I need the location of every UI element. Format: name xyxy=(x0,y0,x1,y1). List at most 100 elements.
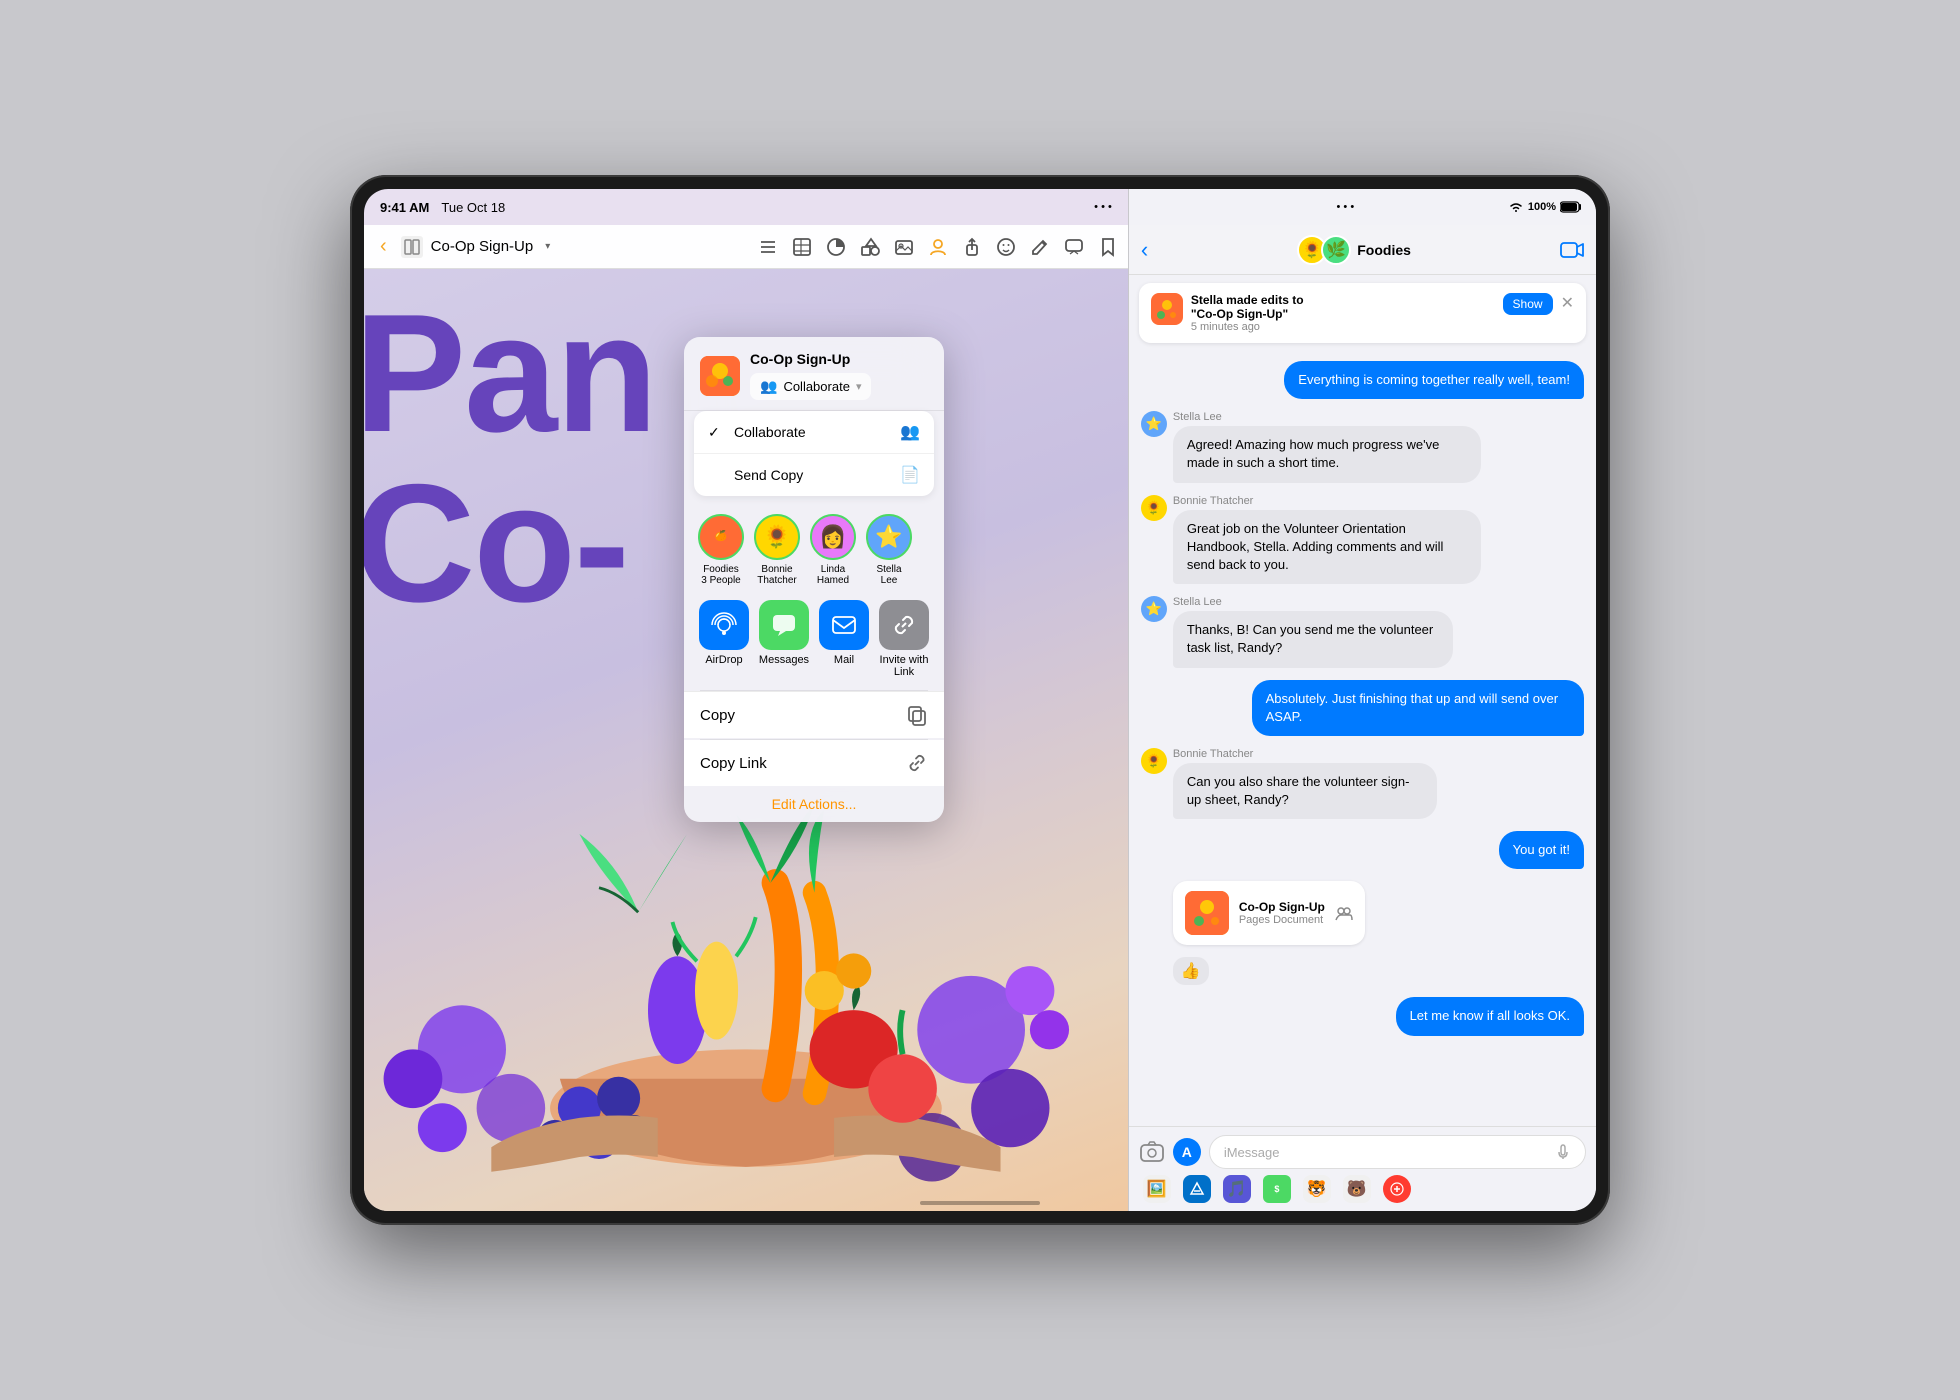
notif-close-button[interactable]: ✕ xyxy=(1561,293,1574,313)
copy-link-icon xyxy=(906,752,928,774)
message-row: You got it! xyxy=(1141,831,1584,869)
svg-text:🍊: 🍊 xyxy=(715,529,728,542)
input-placeholder: iMessage xyxy=(1224,1145,1280,1160)
notif-show-button[interactable]: Show xyxy=(1503,293,1553,315)
bonnie-sender-2: Bonnie Thatcher xyxy=(1173,748,1525,760)
message-row: ⭐ Stella Lee Thanks, B! Can you send me … xyxy=(1141,596,1584,667)
ellipsis-status: • • • xyxy=(1094,201,1112,213)
title-chevron-icon[interactable]: ▾ xyxy=(545,241,550,252)
home-bar xyxy=(920,1201,1040,1205)
toolbar-icons xyxy=(758,237,1118,257)
apps-button[interactable]: A xyxy=(1173,1138,1201,1166)
status-time: 9:41 AM xyxy=(380,200,429,215)
dropdown-send-copy[interactable]: Send Copy 📄 xyxy=(694,454,934,496)
apps-row: 🖼️ 🎵 $ 🐯 🐻 xyxy=(1139,1169,1586,1203)
stella-name: StellaLee xyxy=(876,564,901,586)
airdrop-label: AirDrop xyxy=(705,654,742,666)
foodies-name: Foodies3 People xyxy=(701,564,740,586)
outgoing-bubble-4: Let me know if all looks OK. xyxy=(1396,997,1584,1035)
photos-app-icon[interactable]: 🖼️ xyxy=(1143,1175,1171,1203)
list-icon[interactable] xyxy=(758,237,778,257)
doc-layout-icon xyxy=(401,236,423,258)
edit-actions[interactable]: Edit Actions... xyxy=(684,786,944,822)
messages-back-button[interactable]: ‹ xyxy=(1141,237,1148,263)
contact-avatar-2: 🌿 xyxy=(1321,235,1351,265)
copy-row[interactable]: Copy xyxy=(684,691,944,738)
person-foodies[interactable]: 🍊 Foodies3 People xyxy=(698,514,744,586)
messages-action[interactable]: Messages xyxy=(758,600,810,678)
messages-toolbar: ‹ 🌻 🌿 Foodies xyxy=(1129,225,1596,275)
copy-icon xyxy=(906,704,928,726)
message-row: 🌻 Bonnie Thatcher Can you also share the… xyxy=(1141,748,1584,819)
bonnie-msg-avatar: 🌻 xyxy=(1141,495,1167,521)
dropdown-collaborate[interactable]: ✓ Collaborate 👥 xyxy=(694,411,934,454)
ipad-frame: 9:41 AM Tue Oct 18 • • • ‹ Co-Op Sign-Up… xyxy=(350,175,1610,1225)
chart-icon[interactable] xyxy=(826,237,846,257)
foodies-avatar: 🍊 xyxy=(698,514,744,560)
camera-button[interactable] xyxy=(1139,1139,1165,1165)
audio-icon[interactable]: 🎵 xyxy=(1223,1175,1251,1203)
person-icon[interactable] xyxy=(928,237,948,257)
stella-sender: Stella Lee xyxy=(1173,411,1584,423)
battery-icon xyxy=(1560,201,1582,213)
messages-status-bar: • • • 100% xyxy=(1129,189,1596,225)
collaborate-selector[interactable]: 👥 Collaborate ▾ xyxy=(750,373,871,400)
bonnie-avatar: 🌻 xyxy=(754,514,800,560)
canvas-text-pan: Pan xyxy=(364,289,656,457)
message-input[interactable]: iMessage xyxy=(1209,1135,1586,1169)
person-linda[interactable]: 👩 LindaHamed xyxy=(810,514,856,586)
battery-label: 100% xyxy=(1528,201,1556,213)
back-button[interactable]: ‹ xyxy=(374,231,393,262)
comment-icon[interactable] xyxy=(1064,237,1084,257)
messages-label: Messages xyxy=(759,654,809,666)
appstore-icon[interactable] xyxy=(1183,1175,1211,1203)
doc-card-title: Co-Op Sign-Up xyxy=(1239,900,1325,914)
invite-link-action[interactable]: Invite withLink xyxy=(878,600,930,678)
messages-input-bar: A iMessage 🖼️ 🎵 $ 🐯 xyxy=(1129,1126,1596,1211)
airdrop-action[interactable]: AirDrop xyxy=(698,600,750,678)
more-icon[interactable] xyxy=(1383,1175,1411,1203)
bonnie-sender: Bonnie Thatcher xyxy=(1173,495,1584,507)
video-call-icon[interactable] xyxy=(1560,240,1584,260)
emoji-icon[interactable] xyxy=(996,237,1016,257)
collaborate-label: Collaborate xyxy=(783,379,850,394)
invite-link-label: Invite withLink xyxy=(880,654,929,678)
animoji-icon[interactable]: 🐯 xyxy=(1303,1175,1331,1203)
stella-msg-avatar: ⭐ xyxy=(1141,411,1167,437)
messages-dots: • • • xyxy=(1337,201,1355,213)
cash-icon[interactable]: $ xyxy=(1263,1175,1291,1203)
check-icon: ✓ xyxy=(708,424,724,441)
pencil-icon[interactable] xyxy=(1030,237,1050,257)
message-row: Everything is coming together really wel… xyxy=(1141,361,1584,399)
message-row: 🌻 Bonnie Thatcher Great job on the Volun… xyxy=(1141,495,1584,585)
copy-link-row[interactable]: Copy Link xyxy=(684,740,944,786)
mic-icon xyxy=(1555,1144,1571,1160)
person-stella[interactable]: ⭐ StellaLee xyxy=(866,514,912,586)
person-bonnie[interactable]: 🌻 BonnieThatcher xyxy=(754,514,800,586)
bookmark-icon[interactable] xyxy=(1098,237,1118,257)
mail-action[interactable]: Mail xyxy=(818,600,870,678)
doc-card-type: Pages Document xyxy=(1239,914,1325,926)
contact-name: Foodies xyxy=(1357,242,1411,258)
status-date: Tue Oct 18 xyxy=(441,200,505,215)
pages-toolbar: ‹ Co-Op Sign-Up ▾ xyxy=(364,225,1128,269)
bonnie-msg-avatar-2: 🌻 xyxy=(1141,748,1167,774)
photo-icon[interactable] xyxy=(894,237,914,257)
ipad-screen: 9:41 AM Tue Oct 18 • • • ‹ Co-Op Sign-Up… xyxy=(364,189,1596,1211)
share-icon[interactable] xyxy=(962,237,982,257)
reaction-bubble: 👍 xyxy=(1173,957,1209,985)
outgoing-bubble: Everything is coming together really wel… xyxy=(1284,361,1584,399)
messages-list[interactable]: Everything is coming together really wel… xyxy=(1129,351,1596,1126)
emoji2-icon[interactable]: 🐻 xyxy=(1343,1175,1371,1203)
edit-actions-label: Edit Actions... xyxy=(772,796,857,812)
shape-icon[interactable] xyxy=(860,237,880,257)
send-copy-label: Send Copy xyxy=(734,467,890,483)
table-icon[interactable] xyxy=(792,237,812,257)
doc-title: Co-Op Sign-Up xyxy=(431,238,534,255)
copy-doc-icon: 📄 xyxy=(900,465,920,485)
share-actions-row: AirDrop Messages Mail xyxy=(684,592,944,690)
collaborate-option-label: Collaborate xyxy=(734,424,890,440)
shared-doc-card[interactable]: Co-Op Sign-Up Pages Document xyxy=(1173,881,1365,945)
bonnie-bubble-2: Can you also share the volunteer sign-up… xyxy=(1173,763,1437,819)
shared-doc-row: Co-Op Sign-Up Pages Document xyxy=(1141,881,1584,945)
